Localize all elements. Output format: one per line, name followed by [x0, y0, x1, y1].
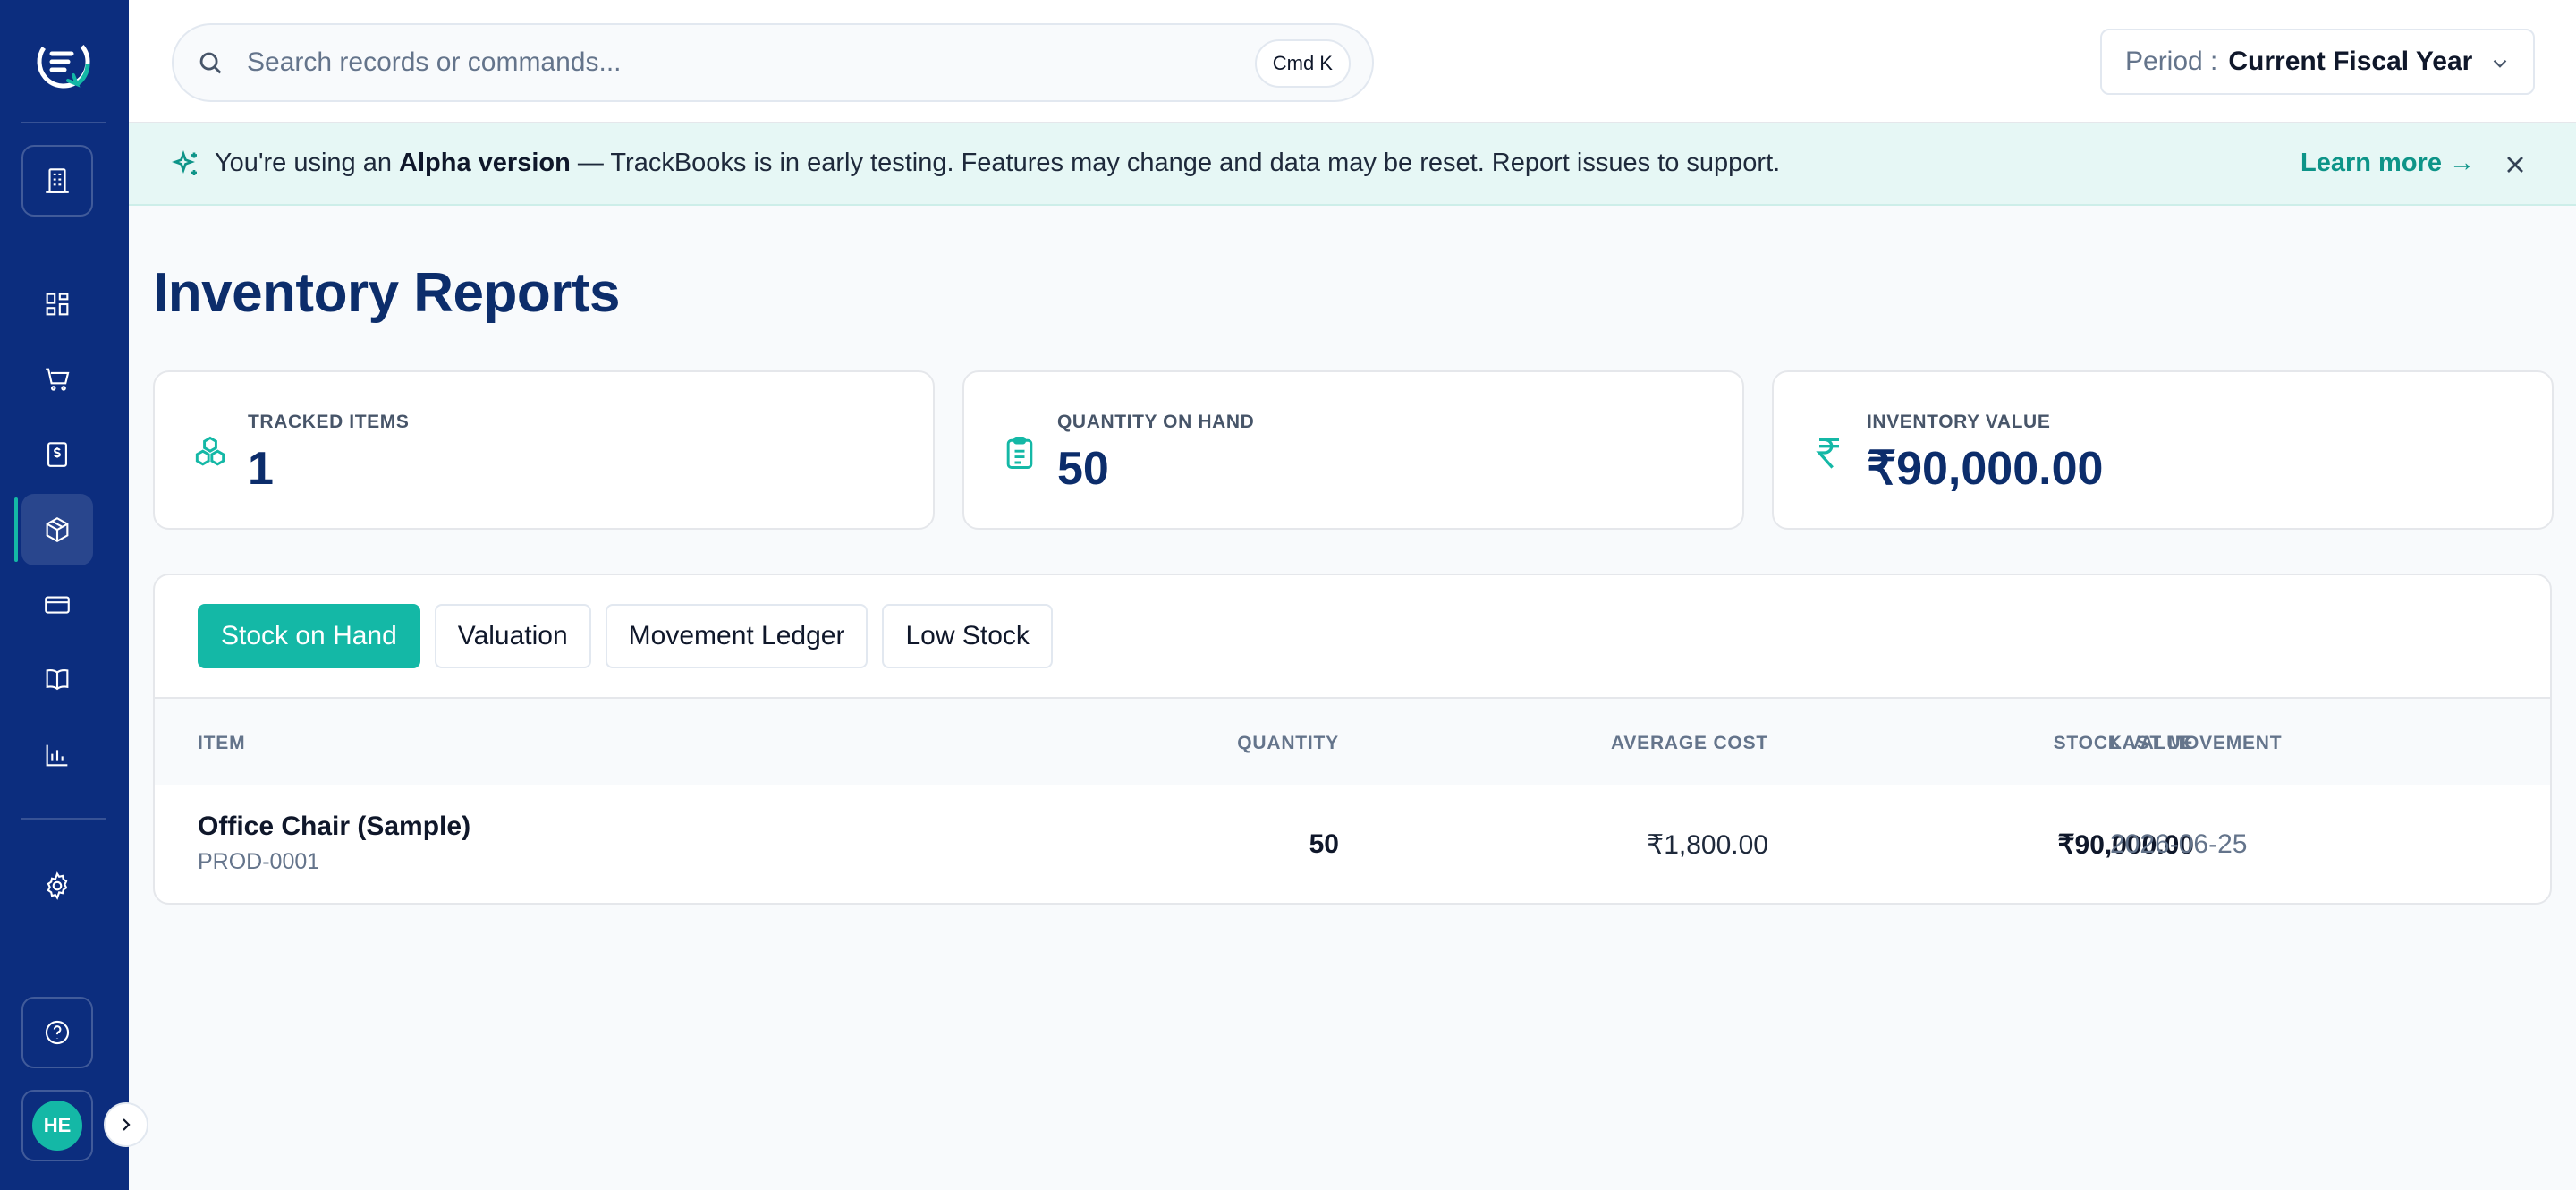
- report-tabs: Stock on Hand Valuation Movement Ledger …: [198, 604, 1053, 668]
- stat-card-quantity-on-hand: QUANTITY ON HAND 50: [962, 370, 1744, 530]
- banner-emphasis: Alpha version: [399, 149, 571, 177]
- sidebar: HE: [0, 0, 129, 1190]
- sidebar-item-inventory[interactable]: [14, 494, 93, 565]
- box-icon: [46, 517, 69, 542]
- stat-label: TRACKED ITEMS: [248, 412, 410, 432]
- stat-value: ₹90,000.00: [1867, 443, 2104, 495]
- sidebar-item-invoices[interactable]: [21, 419, 93, 490]
- sidebar-item-dashboard[interactable]: [21, 268, 93, 340]
- top-bar: Search records or commands... Cmd K Peri…: [129, 0, 2576, 123]
- search-input[interactable]: Search records or commands... Cmd K: [172, 23, 1374, 102]
- building-icon: [46, 168, 69, 193]
- period-value: Current Fiscal Year: [2228, 47, 2473, 76]
- period-label: Period :: [2125, 47, 2218, 76]
- item-last-movement: 2026-06-25: [2110, 829, 2248, 859]
- chevron-down-icon: [2493, 59, 2507, 68]
- close-icon[interactable]: [2501, 150, 2529, 179]
- tab-stock-on-hand[interactable]: Stock on Hand: [198, 604, 420, 668]
- banner-body: — TrackBooks is in early testing. Featur…: [570, 149, 1781, 177]
- command-shortcut-badge: Cmd K: [1254, 39, 1351, 88]
- bar-chart-icon: [46, 744, 68, 767]
- column-header-item: ITEM: [198, 733, 246, 753]
- table-row[interactable]: Office Chair (Sample) PROD-0001 50 ₹1,80…: [155, 785, 2550, 903]
- gear-icon: [47, 871, 68, 900]
- sidebar-collapse-button[interactable]: [104, 1102, 148, 1147]
- stat-value: 1: [248, 443, 274, 495]
- search-icon: [199, 52, 222, 74]
- credit-card-icon: [45, 596, 70, 614]
- clipboard-icon: [1006, 437, 1033, 469]
- rupee-icon: [1816, 438, 1839, 469]
- sidebar-item-payments[interactable]: [21, 569, 93, 641]
- column-header-average-cost: AVERAGE COST: [1610, 733, 1768, 753]
- table-header: ITEM QUANTITY AVERAGE COST STOCK VALUE L…: [155, 697, 2550, 785]
- sidebar-divider: [21, 818, 106, 820]
- stat-label: INVENTORY VALUE: [1867, 412, 2051, 432]
- sidebar-item-sales[interactable]: [21, 344, 93, 415]
- report-panel: Stock on Hand Valuation Movement Ledger …: [153, 574, 2552, 905]
- page-title: Inventory Reports: [153, 262, 621, 324]
- chevron-right-icon: [123, 1118, 131, 1131]
- book-icon: [46, 669, 69, 691]
- column-header-last-movement: LAST MOVEMENT: [2110, 733, 2283, 753]
- item-name: Office Chair (Sample): [198, 812, 471, 841]
- avatar: HE: [32, 1101, 82, 1151]
- item-average-cost: ₹1,800.00: [1647, 830, 1768, 860]
- sparkles-icon: [172, 150, 197, 175]
- receipt-icon: [47, 442, 67, 467]
- help-circle-icon: [45, 1020, 70, 1045]
- sidebar-item-reports[interactable]: [21, 719, 93, 791]
- item-code: PROD-0001: [198, 849, 320, 874]
- period-select[interactable]: Period : Current Fiscal Year: [2100, 29, 2535, 95]
- help-button[interactable]: [21, 997, 93, 1068]
- banner-prefix: You're using an: [215, 149, 400, 177]
- stat-card-inventory-value: INVENTORY VALUE ₹90,000.00: [1772, 370, 2554, 530]
- stat-label: QUANTITY ON HAND: [1057, 412, 1255, 432]
- tab-movement-ledger[interactable]: Movement Ledger: [605, 604, 869, 668]
- sidebar-item-settings[interactable]: [21, 850, 93, 922]
- item-quantity: 50: [1309, 829, 1339, 859]
- sidebar-item-ledger[interactable]: [21, 644, 93, 716]
- app-logo-icon[interactable]: [32, 30, 95, 93]
- stat-card-tracked-items: TRACKED ITEMS 1: [153, 370, 935, 530]
- search-placeholder: Search records or commands...: [247, 47, 622, 77]
- banner-message: You're using an Alpha version — TrackBoo…: [215, 149, 1780, 178]
- sidebar-divider: [21, 122, 106, 123]
- learn-more-link[interactable]: Learn more →: [2301, 149, 2475, 178]
- alpha-banner: You're using an Alpha version — TrackBoo…: [129, 123, 2576, 206]
- stat-value: 50: [1057, 443, 1109, 495]
- tab-valuation[interactable]: Valuation: [434, 604, 591, 668]
- boxes-icon: [195, 436, 225, 466]
- company-switcher-button[interactable]: [21, 145, 93, 217]
- grid-icon: [46, 293, 69, 316]
- user-menu-button[interactable]: HE: [21, 1090, 93, 1161]
- column-header-quantity: QUANTITY: [1237, 733, 1339, 753]
- tab-low-stock[interactable]: Low Stock: [882, 604, 1053, 668]
- cart-icon: [46, 368, 70, 391]
